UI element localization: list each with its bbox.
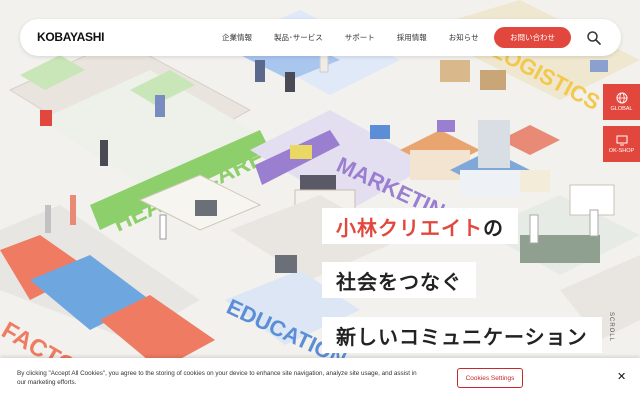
global-tab[interactable]: GLOBAL	[603, 84, 640, 120]
global-tab-label: GLOBAL	[610, 106, 633, 112]
globe-icon	[616, 92, 627, 104]
cookies-settings-button[interactable]: Cookies Settings	[457, 368, 523, 388]
headline-brand: 小林クリエイト	[336, 215, 483, 240]
monitor-icon	[616, 135, 627, 145]
ok-shop-tab-label: OK-SHOP	[608, 147, 635, 154]
headline-particle: の	[483, 215, 504, 240]
headline-line-2: 社会をつなぐ	[322, 262, 476, 298]
nav-item-recruit[interactable]: 採用情報	[397, 32, 427, 43]
ok-shop-tab[interactable]: OK-SHOP	[603, 126, 640, 162]
search-icon[interactable]	[586, 30, 602, 46]
nav-item-company[interactable]: 企業情報	[222, 32, 252, 43]
site-header: KOBAYASHI 企業情報 製品･サービス サポート 採用情報 お知らせ お問…	[20, 19, 621, 56]
contact-button[interactable]: お問い合わせ	[494, 27, 571, 48]
cookie-text: By clicking "Accept All Cookies", you ag…	[17, 370, 417, 386]
scroll-indicator[interactable]: SCROLL	[608, 312, 614, 342]
headline-line-3: 新しいコミュニケーション	[322, 317, 602, 353]
nav-item-products[interactable]: 製品･サービス	[274, 32, 323, 43]
nav-item-news[interactable]: お知らせ	[449, 32, 479, 43]
nav-item-support[interactable]: サポート	[345, 32, 375, 43]
cookie-banner: By clicking "Accept All Cookies", you ag…	[0, 358, 640, 400]
main-nav: 企業情報 製品･サービス サポート 採用情報 お知らせ	[222, 19, 501, 56]
company-logo[interactable]: KOBAYASHI	[37, 30, 104, 44]
headline-line-1: 小林クリエイトの	[322, 208, 518, 244]
close-icon[interactable]: ✕	[617, 370, 626, 383]
